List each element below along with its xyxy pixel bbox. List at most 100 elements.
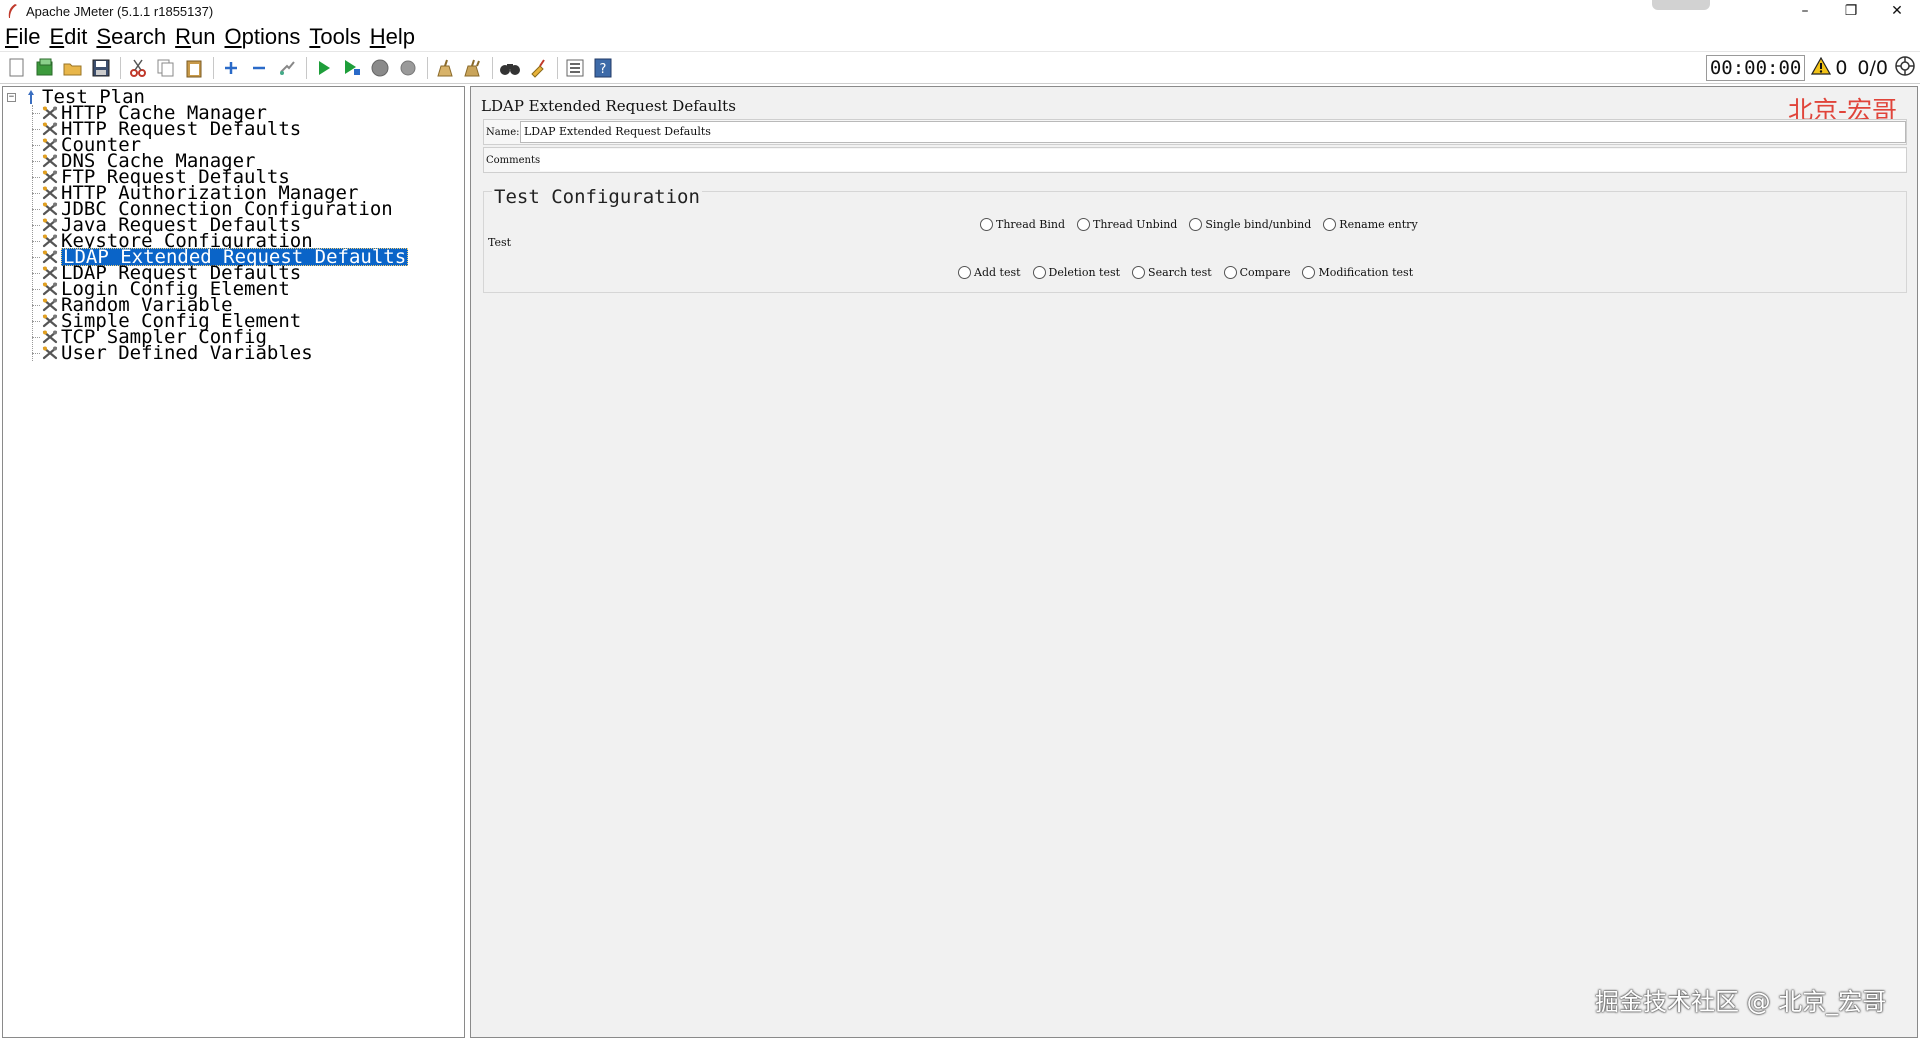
collapse-icon[interactable]	[246, 55, 272, 81]
clear-icon[interactable]	[432, 55, 458, 81]
radio-circle[interactable]	[1189, 218, 1203, 231]
radio-circle[interactable]	[1132, 266, 1146, 279]
config-element-wrench-icon	[41, 121, 59, 137]
close-button[interactable]: ✕	[1874, 0, 1920, 22]
radio-circle[interactable]	[1077, 218, 1091, 231]
radio-circle[interactable]	[1032, 266, 1046, 279]
toolbar-separator	[427, 56, 428, 79]
tree-connector	[32, 273, 40, 274]
radio-circle[interactable]	[1223, 266, 1237, 279]
copy-icon[interactable]	[153, 55, 179, 81]
title-bar: Apache JMeter (5.1.1 r1855137) – ❐ ✕	[0, 0, 1920, 22]
cut-icon[interactable]	[125, 55, 151, 81]
test-plan-tree: − Test Plan HTTP Cache Manager HTTP Reque…	[2, 86, 465, 1038]
toolbar-separator	[557, 56, 558, 79]
help-icon[interactable]: ?	[590, 55, 616, 81]
collapse-toggle-icon[interactable]: −	[7, 92, 16, 102]
open-icon[interactable]	[60, 55, 86, 81]
config-element-wrench-icon	[41, 313, 59, 329]
new-icon[interactable]	[4, 55, 30, 81]
config-element-wrench-icon	[41, 281, 59, 297]
toolbar: ? 00:00:00 0 0/0	[0, 51, 1920, 84]
toolbar-separator	[492, 56, 493, 79]
radio-circle[interactable]	[1302, 266, 1316, 279]
tree-connector	[32, 305, 40, 306]
tree-connector	[32, 337, 40, 338]
radio-thread-bind[interactable]: Thread Bind	[980, 218, 1065, 231]
search-binoculars-icon[interactable]	[497, 55, 523, 81]
remote-status-icon[interactable]	[1894, 55, 1916, 81]
menu-run[interactable]: Run	[175, 23, 215, 50]
menu-file[interactable]: File	[5, 23, 40, 50]
tree-connector	[32, 105, 33, 361]
minimize-button[interactable]: –	[1782, 0, 1828, 22]
svg-text:?: ?	[600, 62, 607, 77]
tree-connector	[32, 209, 40, 210]
radio-circle[interactable]	[980, 218, 993, 231]
templates-icon[interactable]	[32, 55, 58, 81]
start-icon[interactable]	[311, 55, 337, 81]
name-field[interactable]: LDAP Extended Request Defaults	[520, 121, 1906, 143]
config-element-wrench-icon	[41, 153, 59, 169]
tree-connector	[32, 145, 40, 146]
save-icon[interactable]	[88, 55, 114, 81]
radio-thread-unbind[interactable]: Thread Unbind	[1077, 218, 1177, 231]
radio-search-test[interactable]: Search test	[1132, 266, 1212, 279]
function-helper-icon[interactable]	[562, 55, 588, 81]
menu-search[interactable]: Search	[96, 23, 166, 50]
comments-field[interactable]	[540, 149, 1906, 171]
radio-single-bind-unbind[interactable]: Single bind/unbind	[1189, 218, 1311, 231]
paste-icon[interactable]	[181, 55, 207, 81]
radio-modification-test[interactable]: Modification test	[1302, 266, 1413, 279]
tree-connector	[32, 161, 40, 162]
clear-all-icon[interactable]	[460, 55, 486, 81]
config-element-wrench-icon	[41, 185, 59, 201]
name-label: Name:	[486, 126, 520, 138]
radio-compare[interactable]: Compare	[1223, 266, 1290, 279]
tree-connector	[32, 241, 40, 242]
restore-button[interactable]: ❐	[1828, 0, 1874, 22]
config-element-wrench-icon	[41, 217, 59, 233]
config-element-wrench-icon	[41, 297, 59, 313]
config-element-wrench-icon	[41, 249, 59, 265]
reset-search-icon[interactable]	[525, 55, 551, 81]
tree-item[interactable]: User Defined Variables	[32, 342, 313, 364]
config-element-wrench-icon	[41, 105, 59, 121]
shutdown-icon[interactable]	[395, 55, 421, 81]
config-element-wrench-icon	[41, 329, 59, 345]
config-panel: LDAP Extended Request Defaults 北京-宏哥 Nam…	[470, 86, 1918, 1038]
expand-icon[interactable]	[218, 55, 244, 81]
radio-add-test[interactable]: Add test	[958, 266, 1021, 279]
warning-count: 0	[1835, 57, 1848, 79]
site-watermark: 掘金技术社区 @ 北京_宏哥	[1595, 988, 1887, 1016]
title-pill-decoration	[1652, 0, 1710, 10]
menu-help[interactable]: Help	[370, 23, 415, 50]
menu-tools[interactable]: Tools	[309, 23, 360, 50]
radio-circle[interactable]	[958, 266, 971, 279]
menu-edit[interactable]: Edit	[49, 23, 87, 50]
test-configuration-group: Test Configuration Test Thread Bind Thre…	[483, 186, 1907, 293]
comments-label: Comments:	[486, 154, 544, 166]
stop-icon[interactable]	[367, 55, 393, 81]
tree-connector	[32, 225, 40, 226]
run-status: 00:00:00 0 0/0	[1705, 55, 1916, 81]
toolbar-separator	[120, 56, 121, 79]
tree-connector	[32, 321, 40, 322]
start-no-pauses-icon[interactable]	[339, 55, 365, 81]
thread-count: 0/0	[1857, 57, 1888, 79]
tree-connector	[32, 129, 40, 130]
test-label: Test	[488, 236, 512, 249]
warning-icon[interactable]	[1811, 56, 1832, 79]
jmeter-feather-icon	[4, 3, 20, 19]
tree-connector	[32, 289, 40, 290]
tree-connector	[32, 193, 40, 194]
radio-deletion-test[interactable]: Deletion test	[1032, 266, 1120, 279]
test-plan-icon	[22, 89, 40, 105]
tree-connector	[32, 113, 40, 114]
tree-item-label: User Defined Variables	[61, 342, 313, 364]
radio-rename-entry[interactable]: Rename entry	[1323, 218, 1418, 231]
menu-options[interactable]: Options	[225, 23, 301, 50]
toggle-icon[interactable]	[274, 55, 300, 81]
radio-circle[interactable]	[1323, 218, 1337, 231]
config-element-wrench-icon	[41, 233, 59, 249]
